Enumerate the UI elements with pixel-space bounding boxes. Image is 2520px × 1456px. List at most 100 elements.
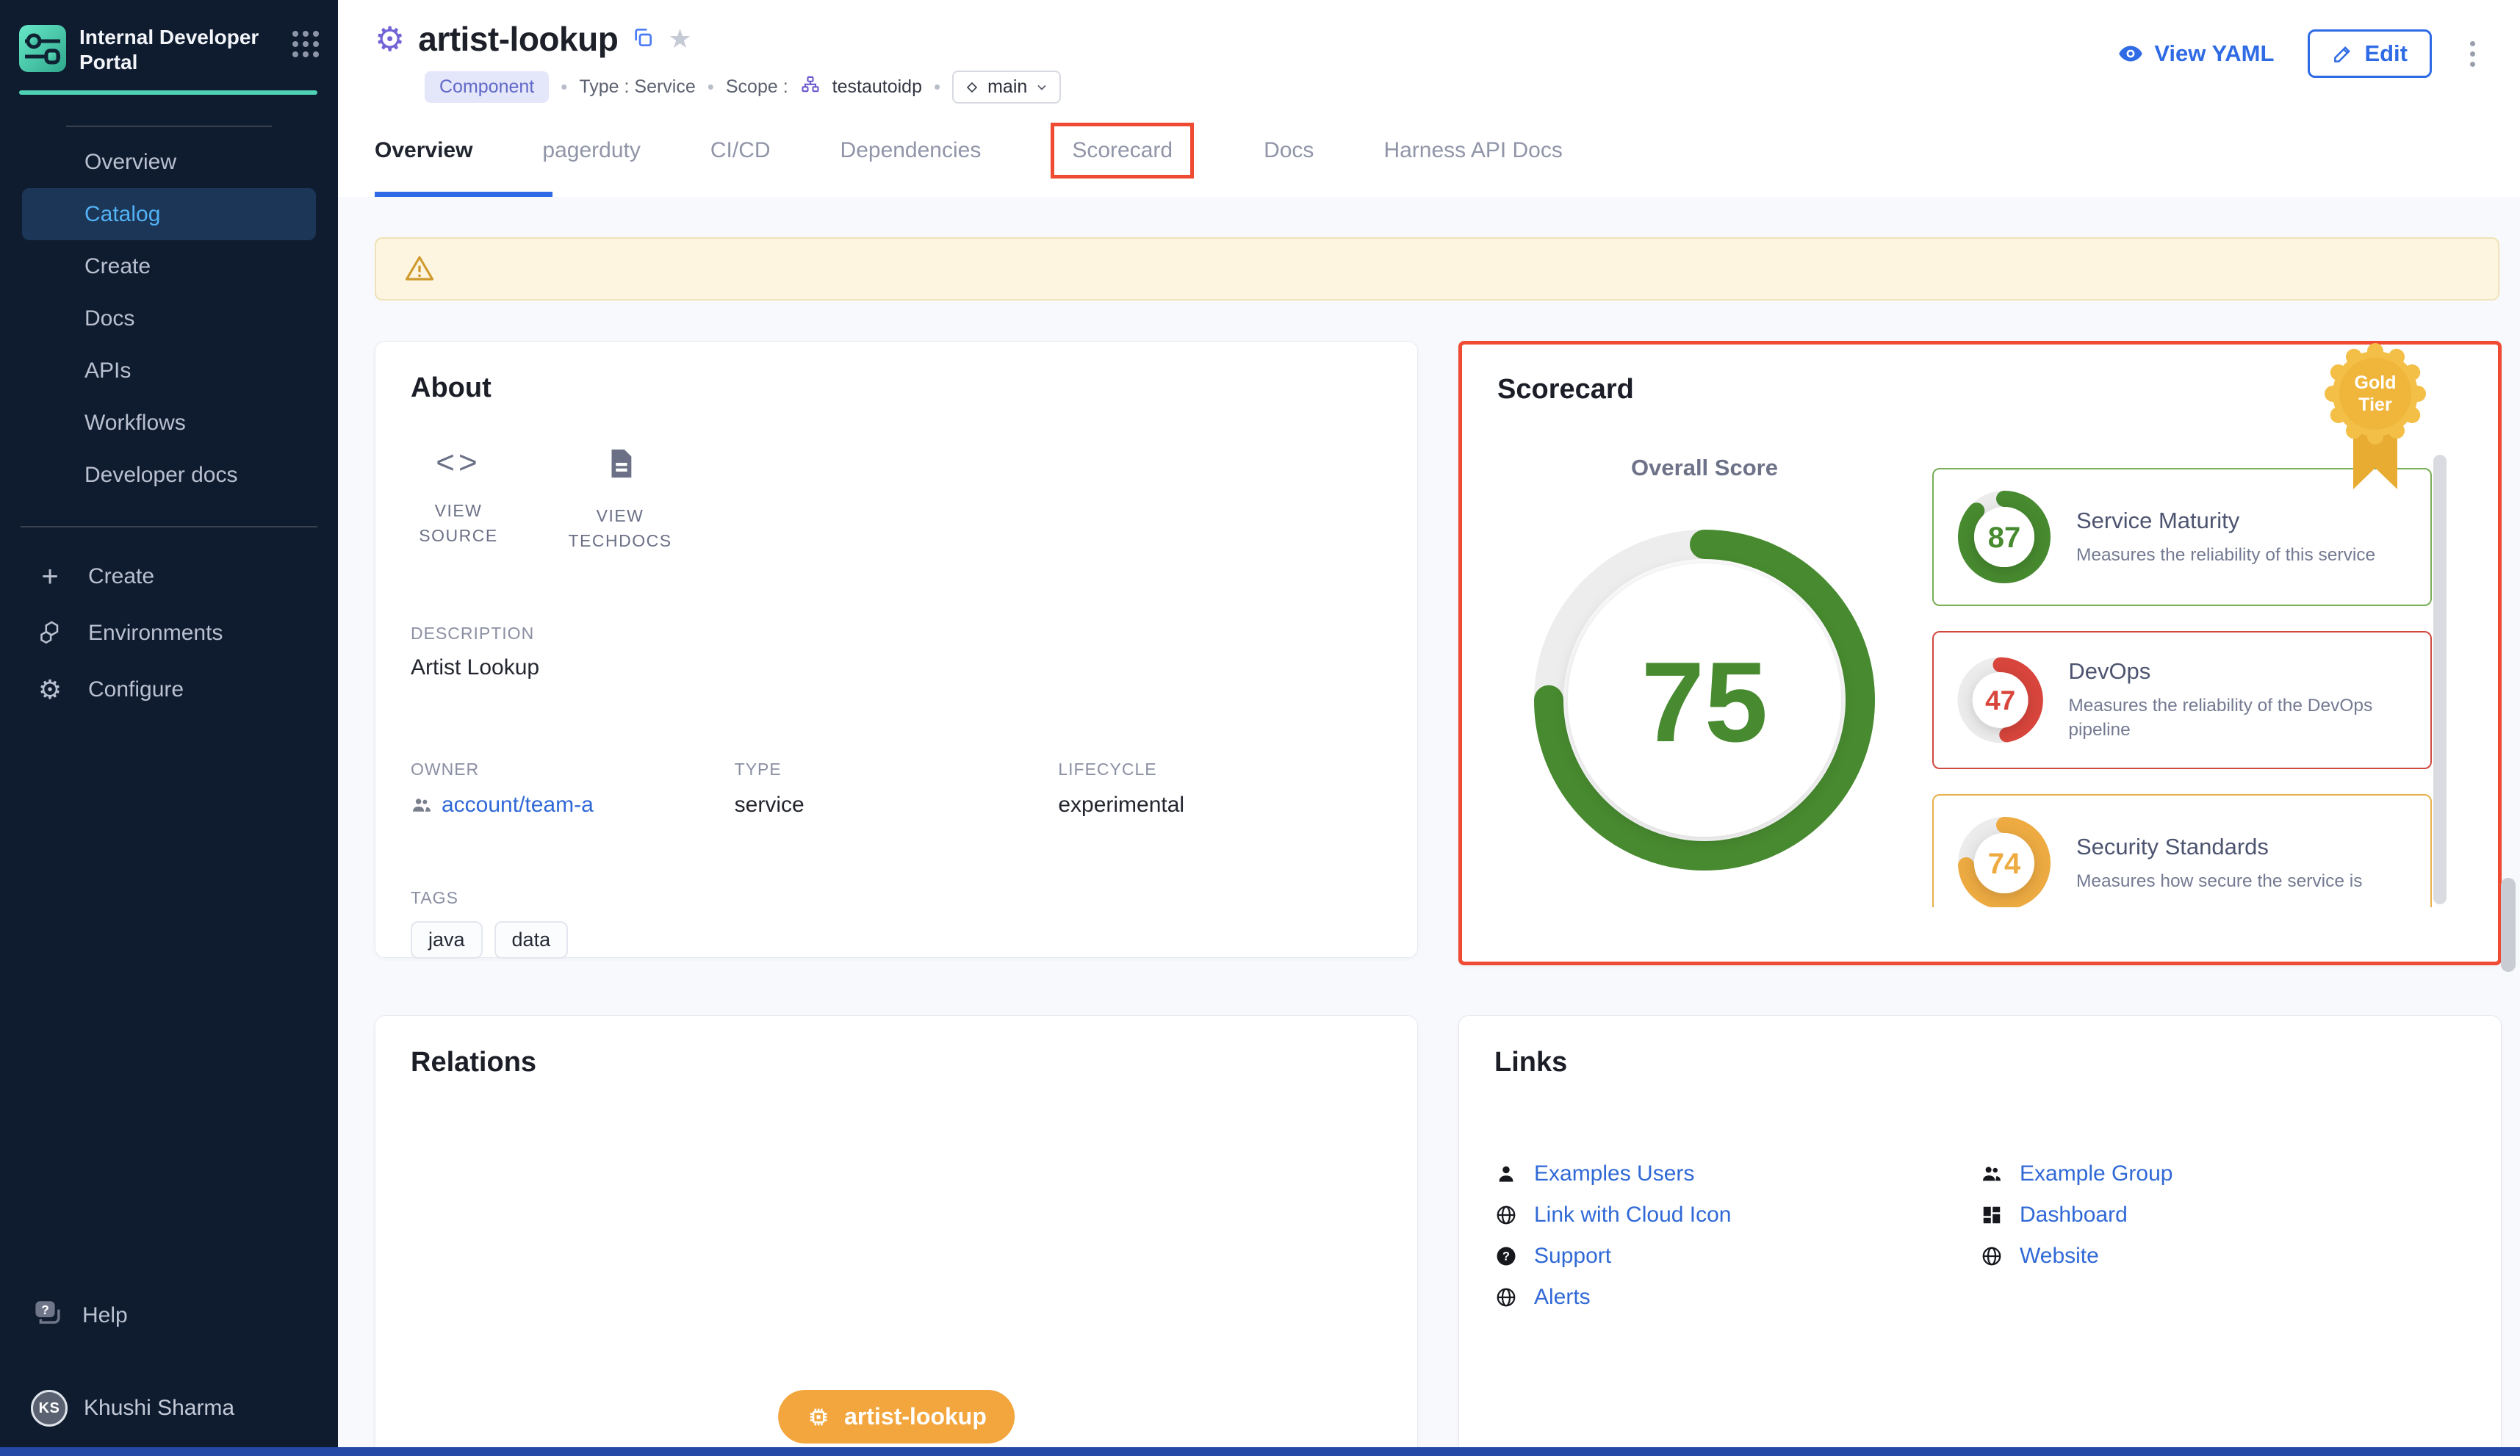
lifecycle-label: LIFECYCLE [1058, 760, 1382, 779]
action-label: Create [88, 564, 154, 589]
sidebar-action-configure[interactable]: ⚙ Configure [0, 661, 338, 718]
footer-strip [0, 1447, 2520, 1456]
page-scrollbar[interactable] [2501, 878, 2516, 972]
type-value: service [735, 793, 1059, 818]
scorecard-list[interactable]: 87 Service Maturity Measures the reliabi… [1932, 468, 2432, 907]
sidebar-divider [66, 126, 272, 127]
sidebar-actions: + Create Environments ⚙ Configure [0, 548, 338, 718]
tab-cicd[interactable]: CI/CD [710, 138, 771, 163]
type-field-label: TYPE [735, 760, 1059, 779]
score-item-description: Measures the reliability of the DevOps p… [2068, 693, 2411, 742]
view-yaml-link[interactable]: View YAML [2117, 40, 2274, 67]
header-actions: View YAML Edit [2117, 29, 2480, 78]
about-card: About <> VIEW SOURCE [375, 341, 1418, 958]
about-title: About [411, 372, 1382, 404]
svg-text:?: ? [1502, 1250, 1510, 1264]
person-icon [1494, 1163, 1518, 1185]
action-label: Environments [88, 621, 223, 646]
links-title: Links [1494, 1047, 2466, 1078]
link-support[interactable]: ? Support [1494, 1236, 1980, 1277]
tag-chip[interactable]: data [494, 921, 569, 959]
tab-bar: Overview pagerduty CI/CD Dependencies Sc… [338, 104, 2520, 197]
component-gear-icon: ⚙ [375, 22, 405, 56]
version-icon [964, 79, 980, 95]
sidebar-item-docs[interactable]: Docs [0, 292, 338, 345]
tab-pagerduty[interactable]: pagerduty [542, 138, 640, 163]
tab-overview[interactable]: Overview [375, 138, 472, 163]
scope-label: Scope : [726, 76, 788, 98]
sidebar-item-overview[interactable]: Overview [0, 136, 338, 188]
relations-node-label: artist-lookup [844, 1403, 987, 1430]
sidebar-action-environments[interactable]: Environments [0, 605, 338, 661]
tab-docs[interactable]: Docs [1264, 138, 1314, 163]
avatar: KS [31, 1390, 68, 1427]
scorecard-title: Scorecard [1497, 374, 2463, 406]
overall-score-value: 75 [1641, 638, 1768, 765]
brand-underline [19, 90, 317, 95]
tab-dependencies[interactable]: Dependencies [840, 138, 982, 163]
chip-icon [806, 1405, 831, 1430]
dot-separator: • [708, 76, 714, 98]
svg-text:87: 87 [1988, 522, 2021, 554]
link-dashboard[interactable]: Dashboard [1980, 1194, 2466, 1236]
sidebar-item-create[interactable]: Create [0, 240, 338, 292]
dot-separator: • [934, 76, 940, 98]
eye-icon [2117, 40, 2144, 67]
app-window: Internal Developer Portal Overview Catal… [0, 0, 2520, 1456]
dot-separator: • [561, 76, 567, 98]
branch-value: main [987, 76, 1027, 98]
help-button[interactable]: ? Help [0, 1297, 338, 1334]
edit-label: Edit [2364, 40, 2408, 67]
plus-icon: + [34, 562, 66, 591]
dashboard-icon [1980, 1204, 2004, 1226]
user-menu[interactable]: KS Khushi Sharma [0, 1390, 338, 1427]
description-label: DESCRIPTION [411, 624, 1382, 644]
page-title: artist-lookup [418, 19, 618, 59]
branch-selector[interactable]: main [952, 71, 1061, 104]
svg-text:Gold: Gold [2355, 372, 2397, 393]
sidebar-item-developer-docs[interactable]: Developer docs [0, 449, 338, 501]
link-website[interactable]: Website [1980, 1236, 2466, 1277]
sidebar-action-create[interactable]: + Create [0, 548, 338, 605]
view-yaml-label: View YAML [2154, 40, 2274, 67]
owner-link[interactable]: account/team-a [442, 793, 594, 818]
sidebar-nav: Overview Catalog Create Docs APIs Workfl… [0, 136, 338, 501]
view-techdocs-button[interactable]: VIEW TECHDOCS [572, 447, 668, 553]
sidebar-item-catalog[interactable]: Catalog [22, 188, 316, 240]
view-source-button[interactable]: <> VIEW SOURCE [411, 447, 506, 553]
more-options-icon[interactable] [2466, 37, 2480, 71]
sidebar-item-apis[interactable]: APIs [0, 345, 338, 397]
scorecard-item-devops[interactable]: 47 DevOps Measures the reliability of th… [1932, 631, 2432, 769]
kind-chip: Component [425, 71, 549, 103]
help-chat-icon: ? [32, 1297, 63, 1334]
owner-label: OWNER [411, 760, 735, 779]
scorecard-item-security-standards[interactable]: 74 Security Standards Measures how secur… [1932, 794, 2432, 907]
copy-icon[interactable] [631, 26, 655, 53]
score-item-name: Security Standards [2076, 834, 2362, 860]
help-label: Help [82, 1303, 128, 1328]
score-donut: 87 [1953, 486, 2056, 588]
link-example-group[interactable]: Example Group [1980, 1153, 2466, 1194]
link-link-with-cloud-icon[interactable]: Link with Cloud Icon [1494, 1194, 1980, 1236]
tab-harness-api-docs[interactable]: Harness API Docs [1383, 138, 1562, 163]
code-icon: <> [436, 447, 480, 479]
star-icon[interactable]: ★ [668, 26, 691, 52]
description-value: Artist Lookup [411, 655, 1382, 680]
gear-icon: ⚙ [34, 677, 66, 703]
score-donut: 47 [1953, 649, 2048, 752]
scorecard-scrollbar[interactable] [2433, 455, 2447, 904]
tab-scorecard[interactable]: Scorecard [1051, 123, 1194, 179]
brand-title: Internal Developer Portal [79, 25, 260, 75]
gold-tier-badge: Gold Tier [2320, 339, 2430, 497]
scorecard-card: Scorecard Gold [1458, 341, 2502, 965]
pencil-icon [2332, 43, 2354, 65]
edit-button[interactable]: Edit [2308, 29, 2432, 78]
scope-value: testautoidp [832, 76, 922, 98]
link-alerts[interactable]: Alerts [1494, 1277, 1980, 1318]
relations-node-artist-lookup[interactable]: artist-lookup [778, 1390, 1015, 1444]
app-switcher-icon[interactable] [292, 31, 319, 57]
sidebar-item-workflows[interactable]: Workflows [0, 397, 338, 449]
scope-hierarchy-icon [800, 75, 821, 99]
link-examples-users[interactable]: Examples Users [1494, 1153, 1980, 1194]
tag-chip[interactable]: java [411, 921, 483, 959]
